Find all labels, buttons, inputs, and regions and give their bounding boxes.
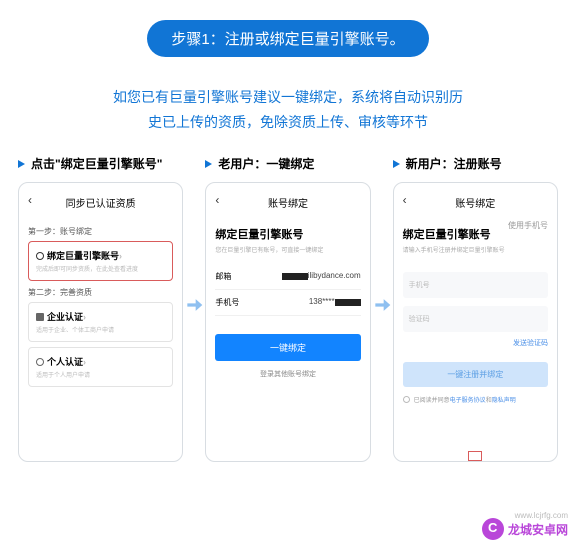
watermark-logo-icon bbox=[482, 518, 504, 540]
chevron-right-icon: › bbox=[83, 357, 86, 367]
tab-phone[interactable]: 使用手机号 bbox=[508, 220, 548, 231]
chevron-right-icon: › bbox=[83, 312, 86, 322]
arrow-1 bbox=[183, 155, 205, 315]
back-icon[interactable]: ‹ bbox=[215, 193, 219, 207]
biz-auth-pill[interactable]: 企业认证 › 适用于企业、个体工商户申请 bbox=[28, 302, 173, 342]
service-agreement-link[interactable]: 电子服务协议 bbox=[450, 395, 486, 404]
section-2-label: 第二步：完善资质 bbox=[28, 287, 173, 298]
arrow-right-icon bbox=[372, 295, 392, 315]
email-value: ilibydance.com bbox=[282, 271, 361, 282]
phone-3: ‹ 账号绑定 绑定巨量引擎账号 请输入手机号注册并绑定巨量引擎账号 使用手机号 … bbox=[393, 182, 558, 462]
personal-auth-pill[interactable]: 个人认证 › 适用于个人用户申请 bbox=[28, 347, 173, 387]
code-input[interactable]: 验证码 bbox=[403, 306, 548, 332]
phone-1: ‹ 同步已认证资质 第一步：账号绑定 绑定巨量引擎账号 › 完成后即可同步资质，… bbox=[18, 182, 183, 462]
phone-2: ‹ 账号绑定 绑定巨量引擎账号 您在巨量引擎已有账号，可直接一键绑定 邮箱 il… bbox=[205, 182, 370, 462]
triangle-icon bbox=[393, 160, 400, 168]
checkbox-icon[interactable] bbox=[403, 396, 410, 403]
step-badge: 步骤1：注册或绑定巨量引擎账号。 bbox=[147, 20, 428, 57]
col-3: 新用户：注册账号 ‹ 账号绑定 绑定巨量引擎账号 请输入手机号注册并绑定巨量引擎… bbox=[393, 155, 558, 462]
back-icon[interactable]: ‹ bbox=[28, 193, 32, 207]
section-1-label: 第一步：账号绑定 bbox=[28, 226, 173, 237]
triangle-icon bbox=[18, 160, 25, 168]
chevron-right-icon: › bbox=[119, 251, 122, 261]
pill-title: 绑定巨量引擎账号 › bbox=[36, 249, 165, 262]
phone-input[interactable]: 手机号 bbox=[403, 272, 548, 298]
columns-row: 点击"绑定巨量引擎账号" ‹ 同步已认证资质 第一步：账号绑定 绑定巨量引擎账号… bbox=[0, 155, 576, 462]
watermark: 龙城安卓网 bbox=[482, 518, 568, 540]
email-label: 邮箱 bbox=[215, 271, 231, 282]
phone-1-header: ‹ 同步已认证资质 bbox=[28, 193, 173, 220]
phone-3-header: ‹ 账号绑定 bbox=[403, 193, 548, 220]
bind-sub: 您在巨量引擎已有账号，可直接一键绑定 bbox=[215, 245, 360, 254]
intro-line2: 史已上传的资质，免除资质上传、审核等环节 bbox=[148, 114, 428, 130]
person-icon bbox=[36, 358, 44, 366]
phone-label: 手机号 bbox=[215, 297, 239, 308]
triangle-icon bbox=[205, 160, 212, 168]
col-2: 老用户：一键绑定 ‹ 账号绑定 绑定巨量引擎账号 您在巨量引擎已有账号，可直接一… bbox=[205, 155, 370, 462]
pill-sub: 完成后即可同步资质，在此处查看进度 bbox=[36, 264, 165, 273]
watermark-text: 龙城安卓网 bbox=[508, 521, 568, 538]
building-icon bbox=[36, 313, 44, 321]
bind-sub: 请输入手机号注册并绑定巨量引擎账号 bbox=[403, 245, 505, 254]
send-code-link[interactable]: 发送验证码 bbox=[403, 338, 548, 348]
bind-title: 绑定巨量引擎账号 bbox=[215, 226, 360, 242]
register-bind-button[interactable]: 一键注册并绑定 bbox=[403, 362, 548, 387]
back-icon[interactable]: ‹ bbox=[403, 193, 407, 207]
col-3-title: 新用户：注册账号 bbox=[393, 155, 558, 172]
intro-text: 如您已有巨量引擎账号建议一键绑定，系统将自动识别历 史已上传的资质，免除资质上传… bbox=[0, 57, 576, 155]
bind-title: 绑定巨量引擎账号 bbox=[403, 226, 505, 242]
phone-2-header: ‹ 账号绑定 bbox=[215, 193, 360, 220]
arrow-right-icon bbox=[184, 295, 204, 315]
phone-row: 手机号 138**** bbox=[215, 290, 360, 316]
red-highlight bbox=[468, 451, 482, 461]
bind-engine-pill[interactable]: 绑定巨量引擎账号 › 完成后即可同步资质，在此处查看进度 bbox=[28, 241, 173, 281]
other-account-link[interactable]: 登录其他账号绑定 bbox=[215, 369, 360, 379]
arrow-2 bbox=[371, 155, 393, 315]
terms-row: 已阅读并同意 电子服务协议 和 隐私声明 bbox=[403, 395, 548, 404]
col-1-title: 点击"绑定巨量引擎账号" bbox=[18, 155, 183, 172]
intro-line1: 如您已有巨量引擎账号建议一键绑定，系统将自动识别历 bbox=[113, 89, 463, 105]
privacy-link[interactable]: 隐私声明 bbox=[492, 395, 516, 404]
col-1: 点击"绑定巨量引擎账号" ‹ 同步已认证资质 第一步：账号绑定 绑定巨量引擎账号… bbox=[18, 155, 183, 462]
email-row: 邮箱 ilibydance.com bbox=[215, 264, 360, 290]
one-click-bind-button[interactable]: 一键绑定 bbox=[215, 334, 360, 361]
phone-value: 138**** bbox=[309, 297, 361, 308]
link-icon bbox=[36, 252, 44, 260]
col-2-title: 老用户：一键绑定 bbox=[205, 155, 370, 172]
